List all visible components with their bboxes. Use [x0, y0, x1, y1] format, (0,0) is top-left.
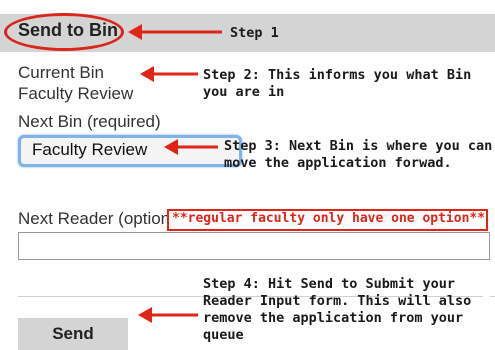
arrowhead-step-3 [164, 139, 178, 155]
annotation-arrows [128, 24, 222, 323]
arrowhead-step-1 [128, 24, 142, 40]
arrowhead-step-4 [138, 307, 152, 323]
arrowhead-step-2 [140, 66, 154, 82]
